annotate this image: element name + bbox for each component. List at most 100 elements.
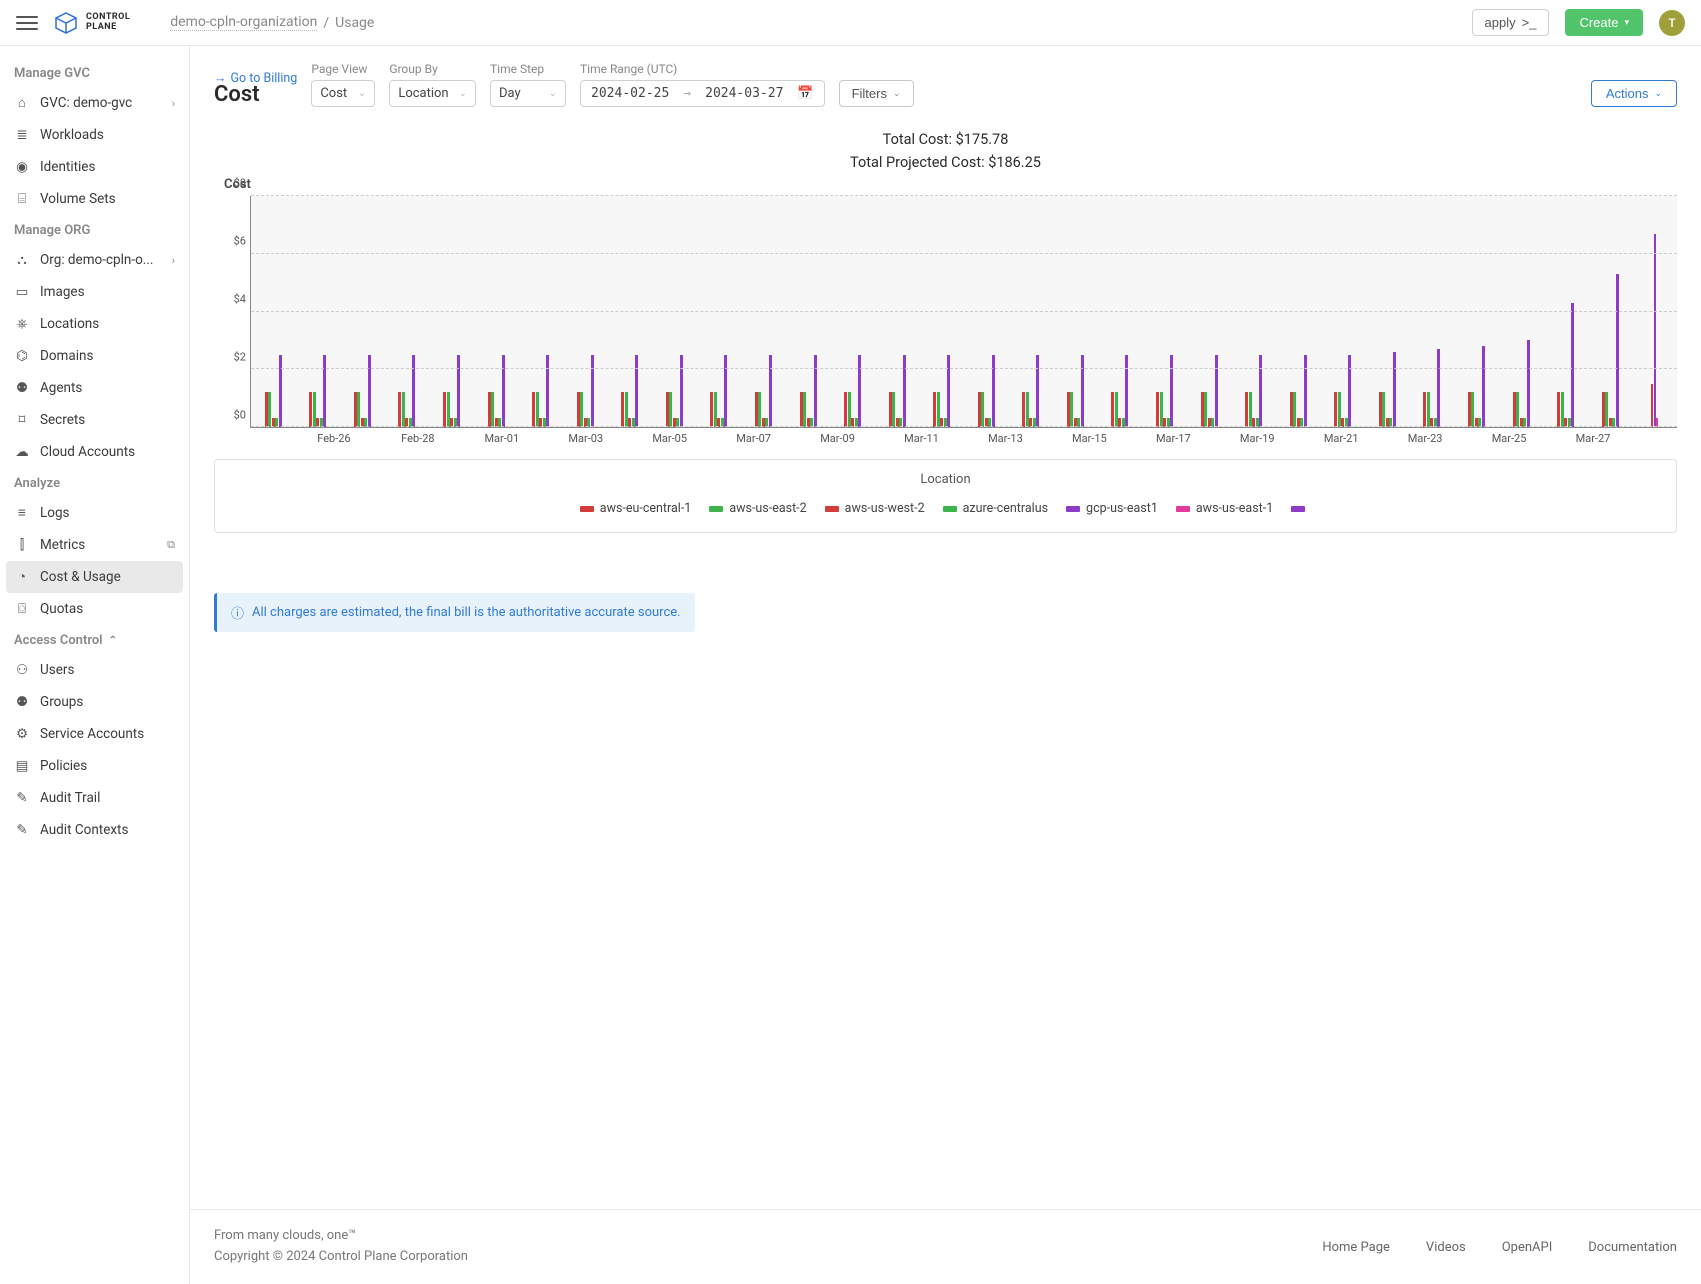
sidebar-item-policies[interactable]: ▤Policies bbox=[0, 750, 189, 782]
time-range-picker[interactable]: 2024-02-25 → 2024-03-27 📅 bbox=[580, 80, 825, 107]
bar[interactable] bbox=[903, 355, 906, 427]
bar[interactable] bbox=[1125, 355, 1128, 427]
legend-swatch bbox=[1066, 506, 1080, 512]
legend-item[interactable]: aws-us-east-2 bbox=[709, 501, 806, 516]
footer-link-videos[interactable]: Videos bbox=[1426, 1240, 1466, 1255]
menu-toggle[interactable] bbox=[16, 12, 38, 34]
nav-icon: ⌬ bbox=[14, 348, 30, 364]
bar[interactable] bbox=[1081, 355, 1084, 427]
legend-item[interactable]: aws-us-east-1 bbox=[1176, 501, 1273, 516]
bar-group bbox=[563, 196, 608, 427]
x-tick: Feb-28 bbox=[376, 432, 460, 445]
bar[interactable] bbox=[323, 355, 326, 427]
bar[interactable] bbox=[546, 355, 549, 427]
bar[interactable] bbox=[1348, 355, 1351, 427]
footer-link-openapi[interactable]: OpenAPI bbox=[1502, 1240, 1553, 1255]
bar[interactable] bbox=[1036, 355, 1039, 427]
bar[interactable] bbox=[1215, 355, 1218, 427]
logo[interactable]: CONTROL PLANE bbox=[54, 11, 130, 35]
bar[interactable] bbox=[1527, 340, 1530, 427]
sidebar-item-cost-usage[interactable]: ◔Cost & Usage bbox=[6, 561, 183, 593]
info-notice: ⓘ All charges are estimated, the final b… bbox=[214, 593, 695, 632]
bar[interactable] bbox=[1259, 355, 1262, 427]
chevron-down-icon: ⌄ bbox=[1654, 88, 1662, 99]
page-view-select[interactable]: Cost ⌄ bbox=[311, 80, 375, 107]
bar[interactable] bbox=[635, 355, 638, 427]
bar[interactable] bbox=[502, 355, 505, 427]
sidebar-item-metrics[interactable]: ⫿Metrics⧉ bbox=[0, 529, 189, 561]
x-tick: Feb-26 bbox=[292, 432, 376, 445]
nav-icon: ◔ bbox=[14, 569, 30, 585]
bar-group bbox=[875, 196, 920, 427]
bar[interactable] bbox=[1482, 346, 1485, 427]
bar[interactable] bbox=[591, 355, 594, 427]
bar[interactable] bbox=[279, 355, 282, 427]
chevron-down-icon: ⌄ bbox=[549, 88, 557, 99]
apply-button[interactable]: apply >_ bbox=[1472, 9, 1550, 36]
bar[interactable] bbox=[1571, 303, 1574, 427]
bar[interactable] bbox=[368, 355, 371, 427]
bar-group bbox=[1009, 196, 1054, 427]
sidebar-heading-access[interactable]: Access Control ⌃ bbox=[0, 625, 189, 654]
actions-button[interactable]: Actions ⌄ bbox=[1591, 80, 1677, 107]
legend-item[interactable]: gcp-us-east1 bbox=[1066, 501, 1158, 516]
sidebar-item-cloud-accounts[interactable]: ☁Cloud Accounts bbox=[0, 436, 189, 468]
sidebar-item-images[interactable]: ▭Images bbox=[0, 276, 189, 308]
bar[interactable] bbox=[769, 355, 772, 427]
user-avatar[interactable]: T bbox=[1659, 10, 1685, 36]
x-tick: Mar-09 bbox=[796, 432, 880, 445]
nav-icon: ≣ bbox=[14, 127, 30, 143]
sidebar-item-service-accounts[interactable]: ⚙Service Accounts bbox=[0, 718, 189, 750]
create-button[interactable]: Create ▾ bbox=[1565, 9, 1643, 36]
sidebar-item-logs[interactable]: ≡Logs bbox=[0, 497, 189, 529]
nav-icon: ✎ bbox=[14, 822, 30, 838]
sidebar-item-label: Service Accounts bbox=[40, 726, 144, 742]
sidebar-item-workloads[interactable]: ≣Workloads bbox=[0, 119, 189, 151]
bar[interactable] bbox=[1654, 234, 1656, 427]
legend-item[interactable] bbox=[1291, 501, 1311, 516]
nav-icon: ◉ bbox=[14, 159, 30, 175]
sidebar-item-agents[interactable]: ⚉Agents bbox=[0, 372, 189, 404]
chart-y-title: Cost bbox=[224, 177, 1677, 192]
footer-link-documentation[interactable]: Documentation bbox=[1588, 1240, 1677, 1255]
legend-item[interactable]: aws-eu-central-1 bbox=[580, 501, 692, 516]
sidebar-item-volume-sets[interactable]: ⌸Volume Sets bbox=[0, 183, 189, 215]
bar[interactable] bbox=[814, 355, 817, 427]
time-step-label: Time Step bbox=[490, 62, 566, 76]
sidebar-item-secrets[interactable]: ⌑Secrets bbox=[0, 404, 189, 436]
bar-group bbox=[1142, 196, 1187, 427]
group-by-select[interactable]: Location ⌄ bbox=[389, 80, 476, 107]
bar[interactable] bbox=[1304, 355, 1307, 427]
chart-plot bbox=[250, 196, 1677, 428]
sidebar-item-identities[interactable]: ◉Identities bbox=[0, 151, 189, 183]
sidebar-item-locations[interactable]: ⎈Locations bbox=[0, 308, 189, 340]
bar[interactable] bbox=[947, 355, 950, 427]
nav-icon: ▤ bbox=[14, 758, 30, 774]
time-step-select[interactable]: Day ⌄ bbox=[490, 80, 566, 107]
legend-swatch bbox=[580, 506, 594, 512]
bar[interactable] bbox=[412, 355, 415, 427]
footer-link-home-page[interactable]: Home Page bbox=[1322, 1240, 1390, 1255]
sidebar-item-users[interactable]: ⚇Users bbox=[0, 654, 189, 686]
breadcrumb-org-link[interactable]: demo-cpln-organization bbox=[170, 14, 317, 31]
bar[interactable] bbox=[1170, 355, 1173, 427]
sidebar-item-label: Logs bbox=[40, 505, 70, 521]
sidebar-item-org[interactable]: ⛬ Org: demo-cpln-o... › bbox=[0, 244, 189, 276]
bar[interactable] bbox=[1437, 349, 1440, 427]
legend-item[interactable]: azure-centralus bbox=[943, 501, 1048, 516]
bar[interactable] bbox=[1393, 352, 1396, 427]
sidebar-item-gvc[interactable]: ⌂ GVC: demo-gvc › bbox=[0, 87, 189, 119]
filters-button[interactable]: Filters ⌄ bbox=[839, 80, 914, 107]
sidebar-item-audit-contexts[interactable]: ✎Audit Contexts bbox=[0, 814, 189, 846]
sidebar-item-groups[interactable]: ⚉Groups bbox=[0, 686, 189, 718]
sidebar-item-domains[interactable]: ⌬Domains bbox=[0, 340, 189, 372]
bar[interactable] bbox=[858, 355, 861, 427]
bar[interactable] bbox=[724, 355, 727, 427]
legend-item[interactable]: aws-us-west-2 bbox=[825, 501, 925, 516]
sidebar-item-audit-trail[interactable]: ✎Audit Trail bbox=[0, 782, 189, 814]
bar[interactable] bbox=[992, 355, 995, 427]
bar[interactable] bbox=[457, 355, 460, 427]
bar[interactable] bbox=[1616, 274, 1619, 427]
sidebar-item-quotas[interactable]: ⌼Quotas bbox=[0, 593, 189, 625]
bar[interactable] bbox=[680, 355, 683, 427]
